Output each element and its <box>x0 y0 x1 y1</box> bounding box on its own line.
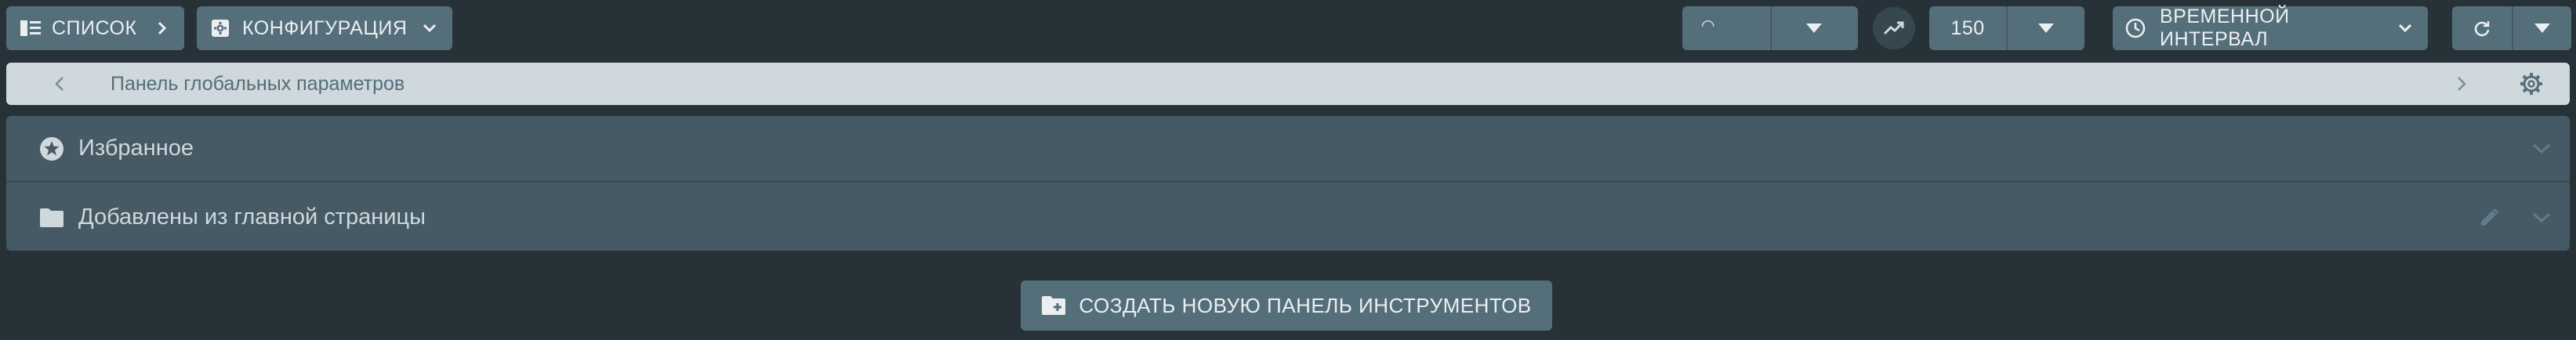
caret-down-icon[interactable] <box>1770 6 1858 50</box>
chevron-down-icon[interactable] <box>2532 212 2551 223</box>
dashboard-groups: Избранное Добавлены из главной страницы <box>6 116 2570 251</box>
pencil-icon[interactable] <box>2479 208 2499 228</box>
chevron-right-icon <box>158 21 167 35</box>
clock-icon <box>2125 18 2146 38</box>
refresh-split-button[interactable] <box>2452 6 2571 50</box>
limit-select[interactable]: 150 <box>1929 6 2084 50</box>
configuration-button[interactable]: КОНФИГУРАЦИЯ <box>197 6 452 50</box>
create-dashboard-button[interactable]: СОЗДАТЬ НОВУЮ ПАНЕЛЬ ИНСТРУМЕНТОВ <box>1021 280 1552 331</box>
limit-select-value: 150 <box>1950 16 1985 39</box>
time-interval-label: ВРЕМЕННОЙ ИНТЕРВАЛ <box>2160 5 2290 50</box>
caret-down-icon[interactable] <box>2513 6 2571 50</box>
gear-icon[interactable] <box>2520 72 2543 96</box>
configuration-button-label: КОНФИГУРАЦИЯ <box>242 16 408 39</box>
chevron-left-icon[interactable] <box>55 76 64 92</box>
trending-up-icon <box>1884 21 1904 35</box>
global-parameters-bar: Панель глобальных параметров <box>6 63 2570 105</box>
create-dashboard-label: СОЗДАТЬ НОВУЮ ПАНЕЛЬ ИНСТРУМЕНТОВ <box>1079 293 1532 317</box>
theme-select-value: ◠ <box>1701 17 1715 34</box>
group-label: Избранное <box>78 136 194 161</box>
settings-box-icon <box>211 19 230 38</box>
time-interval-button[interactable]: ВРЕМЕННОЙ ИНТЕРВАЛ <box>2113 5 2428 50</box>
global-parameters-title: Панель глобальных параметров <box>111 73 405 95</box>
caret-down-icon[interactable] <box>2008 6 2084 50</box>
list-button[interactable]: СПИСОК <box>6 6 184 50</box>
chevron-down-icon <box>2398 24 2412 33</box>
group-added-from-home[interactable]: Добавлены из главной страницы <box>6 184 2570 251</box>
folder-icon <box>39 208 64 228</box>
folder-plus-icon <box>1041 295 1066 316</box>
theme-select[interactable]: ◠ <box>1682 6 1858 50</box>
group-label: Добавлены из главной страницы <box>78 204 426 230</box>
chevron-right-icon[interactable] <box>2457 76 2466 92</box>
chart-toggle-button[interactable] <box>1873 7 1915 49</box>
star-circle-icon <box>39 136 64 161</box>
chevron-down-icon <box>423 24 437 33</box>
list-icon <box>20 20 41 37</box>
list-button-label: СПИСОК <box>52 16 137 39</box>
chevron-down-icon[interactable] <box>2532 143 2551 154</box>
group-favorites[interactable]: Избранное <box>6 116 2570 183</box>
refresh-icon[interactable] <box>2452 6 2512 50</box>
